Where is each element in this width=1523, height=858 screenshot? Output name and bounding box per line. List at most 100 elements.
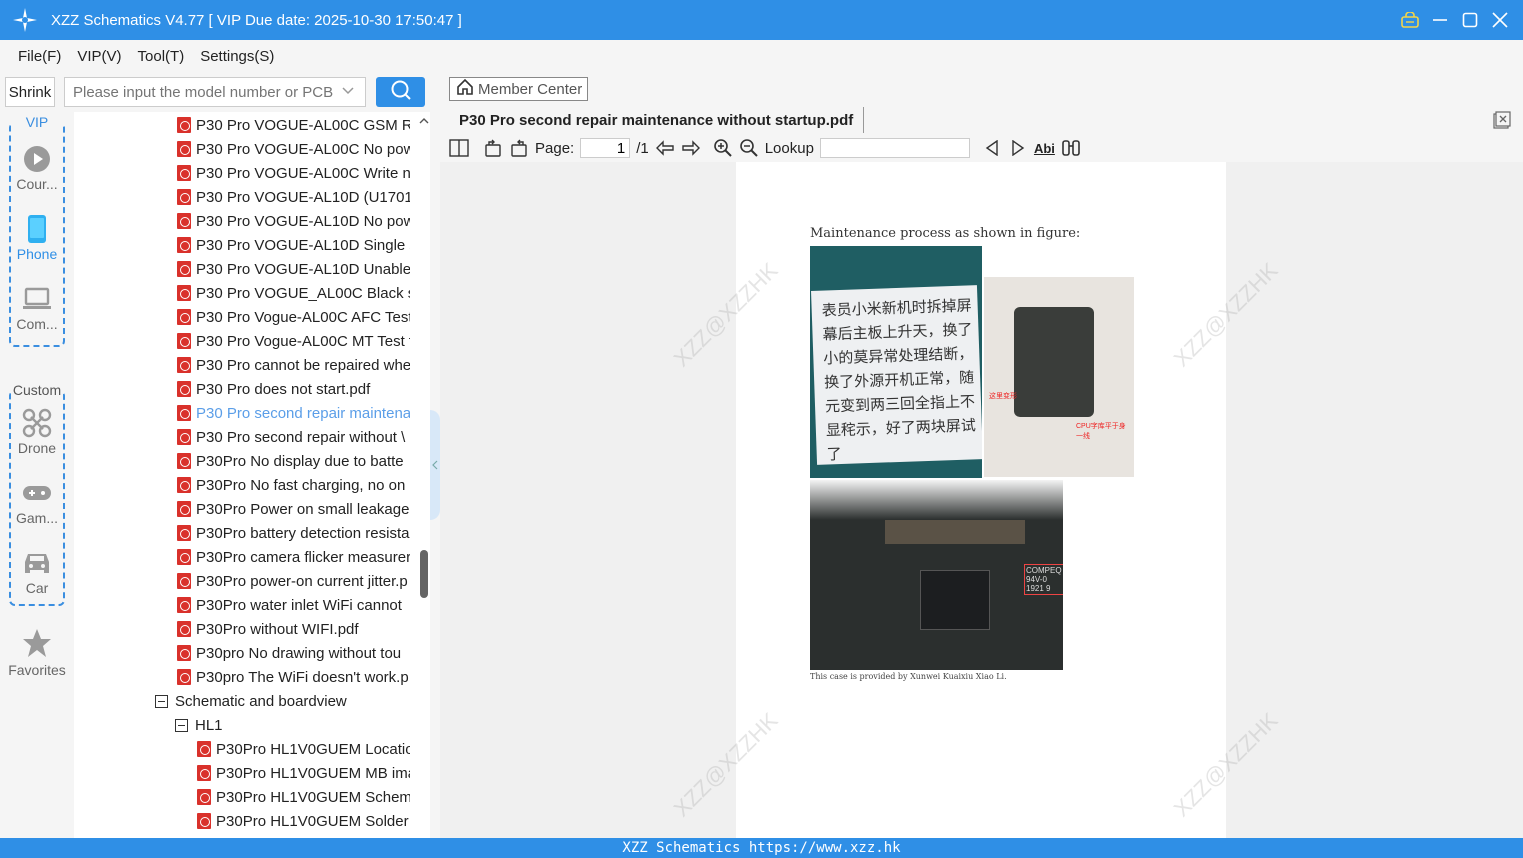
category-game[interactable]: Gam...	[11, 478, 63, 526]
tree-file-item[interactable]: P30pro No drawing without tou	[177, 641, 410, 665]
tree-file-item[interactable]: P30 Pro VOGUE-AL10D Unable t	[177, 257, 410, 281]
tree-file-item[interactable]: P30 Pro VOGUE-AL10D No pow	[177, 209, 410, 233]
zoom-in-icon[interactable]	[713, 138, 733, 158]
play-icon	[22, 144, 52, 174]
tree-file-item[interactable]: P30 Pro VOGUE-AL10D (U1701 t	[177, 185, 410, 209]
home-icon	[456, 78, 474, 100]
pdf-icon	[177, 237, 191, 253]
pdf-icon	[177, 117, 191, 133]
shrink-button[interactable]: Shrink	[5, 77, 55, 107]
pdf-icon	[177, 525, 191, 541]
favorites-label: Favorites	[8, 662, 66, 678]
arrow-right-icon[interactable]	[681, 138, 701, 158]
menu-vip[interactable]: VIP(V)	[77, 48, 121, 65]
tree-file-item[interactable]: P30 Pro second repair without \	[177, 425, 410, 449]
photo-annotation: 这里变形	[989, 393, 1017, 400]
tree-file-item[interactable]: P30 Pro VOGUE-AL00C No power	[177, 137, 410, 161]
pdf-icon	[177, 501, 191, 517]
tree-file-item[interactable]: P30 Pro does not start.pdf	[177, 377, 410, 401]
chevron-down-icon[interactable]	[341, 84, 355, 102]
tree-file-item[interactable]: P30Pro water inlet WiFi cannot	[177, 593, 410, 617]
page-number-input[interactable]	[580, 138, 631, 158]
lookup-label: Lookup	[764, 139, 814, 157]
tree-folder-hl1[interactable]: HL1	[175, 713, 410, 737]
file-tree: P30 Pro VOGUE-AL00C GSM Reg P30 Pro VOGU…	[74, 112, 430, 838]
menu-file[interactable]: File(F)	[18, 48, 61, 65]
zoom-out-icon[interactable]	[739, 138, 759, 158]
category-courses[interactable]: Cour...	[11, 144, 63, 192]
favorites-button[interactable]: Favorites	[0, 628, 74, 678]
window-title: XZZ Schematics V4.77 [ VIP Due date: 202…	[51, 11, 462, 29]
two-page-icon[interactable]	[449, 138, 469, 158]
lookup-input[interactable]	[819, 138, 970, 158]
category-phone[interactable]: Phone	[11, 214, 63, 262]
pdf-icon	[177, 621, 191, 637]
scroll-up-icon[interactable]	[418, 113, 430, 130]
close-button[interactable]	[1491, 11, 1509, 29]
tree-file-item[interactable]: P30 Pro VOGUE_AL00C Black scr	[177, 281, 410, 305]
tree-file-item[interactable]: P30pro The WiFi doesn't work.p	[177, 665, 410, 689]
category-computer[interactable]: Com...	[11, 284, 63, 332]
menu-settings[interactable]: Settings(S)	[200, 48, 274, 65]
tree-file-item[interactable]: P30 Pro Vogue-AL00C MT Test t	[177, 329, 410, 353]
maximize-button[interactable]	[1461, 11, 1479, 29]
search-button[interactable]	[376, 77, 425, 107]
pdf-icon	[177, 381, 191, 397]
tree-file-item[interactable]: P30Pro Power on small leakage	[177, 497, 410, 521]
tree-file-item[interactable]: P30Pro No display due to batte	[177, 449, 410, 473]
minimize-button[interactable]	[1431, 11, 1449, 29]
menu-tool[interactable]: Tool(T)	[138, 48, 185, 65]
rotate-right-icon[interactable]	[509, 138, 529, 158]
tree-file-item[interactable]: P30 Pro VOGUE-AL10D Single s	[177, 233, 410, 257]
lock-icon[interactable]	[1401, 11, 1419, 29]
pdf-icon	[177, 357, 191, 373]
search-combobox[interactable]	[64, 77, 366, 107]
tree-scrollbar-thumb[interactable]	[420, 550, 428, 598]
pdf-toolbar: Page: /1 Lookup Abi	[440, 134, 1523, 162]
tree-file-item[interactable]: P30Pro power-on current jitter.p	[177, 569, 410, 593]
tree-file-item[interactable]: P30 Pro VOGUE-AL00C GSM Reg	[177, 113, 410, 137]
tree-file-item[interactable]: P30Pro without WIFI.pdf	[177, 617, 410, 641]
binoculars-icon[interactable]	[1061, 138, 1081, 158]
tree-file-item[interactable]: P30Pro HL1V0GUEM MB ima	[197, 761, 410, 785]
tree-file-item-selected[interactable]: P30 Pro second repair maintena	[177, 401, 410, 425]
category-car[interactable]: Car	[11, 548, 63, 596]
match-case-button[interactable]: Abi	[1034, 141, 1055, 156]
find-next-icon[interactable]	[1008, 138, 1028, 158]
tree-file-item[interactable]: P30Pro battery detection resista	[177, 521, 410, 545]
board-photo-top: 这里变形 CPU字库平于身一线	[984, 277, 1134, 477]
vip-group-label: VIP	[11, 114, 63, 130]
collapse-icon[interactable]	[155, 694, 168, 708]
pdf-icon	[177, 597, 191, 613]
car-icon	[22, 548, 52, 578]
close-tabs-icon[interactable]	[1493, 111, 1511, 129]
tree-file-item[interactable]: P30 Pro cannot be repaired whe	[177, 353, 410, 377]
tree-file-item[interactable]: P30Pro camera flicker measurer	[177, 545, 410, 569]
rotate-left-icon[interactable]	[483, 138, 503, 158]
pdf-icon	[197, 765, 211, 781]
tree-file-item[interactable]: P30 Pro Vogue-AL00C AFC Test	[177, 305, 410, 329]
pdf-icon	[177, 645, 191, 661]
arrow-left-icon[interactable]	[655, 138, 675, 158]
laptop-icon	[22, 284, 52, 314]
document-tab[interactable]: P30 Pro second repair maintenance withou…	[449, 107, 865, 133]
collapse-icon[interactable]	[175, 718, 188, 732]
pdf-icon	[177, 165, 191, 181]
category-label: Car	[25, 580, 49, 596]
tree-folder-schematic[interactable]: Schematic and boardview	[155, 689, 410, 713]
tree-file-item[interactable]: P30Pro HL1V0GUEM Solder .	[197, 809, 410, 833]
document-caption: This case is provided by Xunwei Kuaixiu …	[810, 672, 1007, 681]
custom-category-group: Custom Drone Gam... Car	[9, 382, 65, 606]
collapse-panel-handle[interactable]	[430, 410, 440, 520]
category-drone[interactable]: Drone	[11, 408, 63, 456]
pdf-viewport[interactable]: Maintenance process as shown in figure: …	[440, 162, 1523, 838]
search-input[interactable]	[65, 78, 335, 106]
member-center-button[interactable]: Member Center	[449, 77, 588, 101]
tree-file-item[interactable]: P30Pro HL1V0GUEM Schema	[197, 785, 410, 809]
pdf-icon	[177, 189, 191, 205]
find-previous-icon[interactable]	[982, 138, 1002, 158]
tree-file-item[interactable]: P30Pro HL1V0GUEM Locatio	[197, 737, 410, 761]
tree-file-item[interactable]: P30 Pro VOGUE-AL00C Write nu	[177, 161, 410, 185]
tree-file-item[interactable]: P30Pro No fast charging, no on	[177, 473, 410, 497]
custom-group-label: Custom	[11, 382, 63, 398]
